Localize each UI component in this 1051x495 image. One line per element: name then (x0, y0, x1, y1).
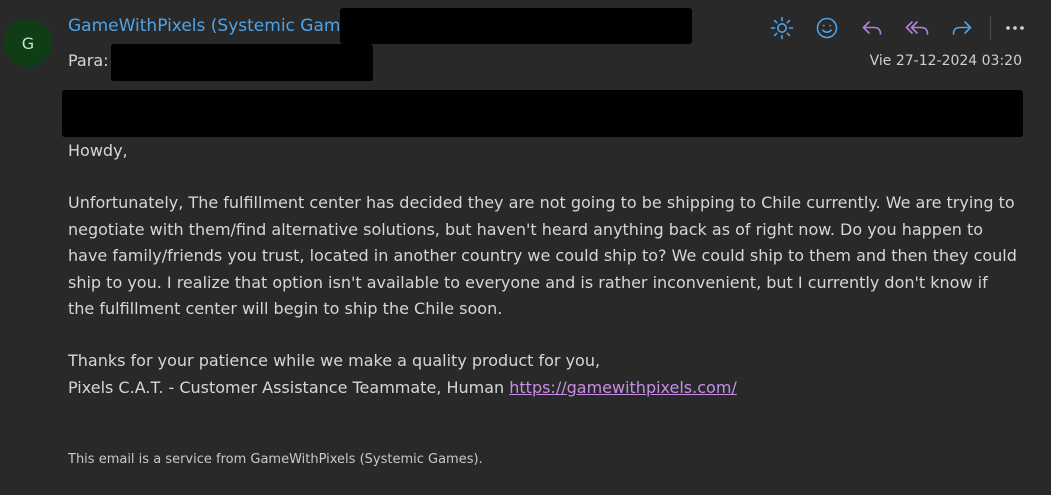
redacted-subject (62, 90, 1023, 137)
redacted-recipient (111, 44, 373, 81)
message-toolbar (766, 12, 1031, 44)
greeting: Howdy, (68, 141, 128, 160)
closing: Thanks for your patience while we make a… (68, 348, 1018, 401)
recipient-label: Para: (68, 51, 109, 70)
sun-icon[interactable] (766, 12, 798, 44)
thanks-line: Thanks for your patience while we make a… (68, 351, 601, 371)
sent-date: Vie 27-12-2024 03:20 (869, 53, 1022, 69)
footer-note: This email is a service from GameWithPix… (68, 452, 483, 467)
sender-avatar[interactable]: G (4, 19, 52, 67)
sender-name[interactable]: GameWithPixels (Systemic Games) (68, 16, 366, 36)
body-paragraph: Unfortunately, The fulfillment center ha… (68, 193, 1017, 319)
more-icon[interactable] (999, 12, 1031, 44)
toolbar-divider (990, 16, 991, 40)
reply-icon[interactable] (856, 12, 888, 44)
redacted-sender-address (340, 8, 692, 44)
message-body: Howdy, Unfortunately, The fulfillment ce… (68, 138, 1018, 401)
avatar-initial: G (21, 33, 35, 53)
website-link[interactable]: https://gamewithpixels.com/ (509, 378, 737, 397)
signature: Pixels C.A.T. - Customer Assistance Team… (68, 377, 510, 397)
forward-icon[interactable] (946, 12, 978, 44)
emoji-icon[interactable] (811, 12, 843, 44)
reply-all-icon[interactable] (901, 12, 933, 44)
